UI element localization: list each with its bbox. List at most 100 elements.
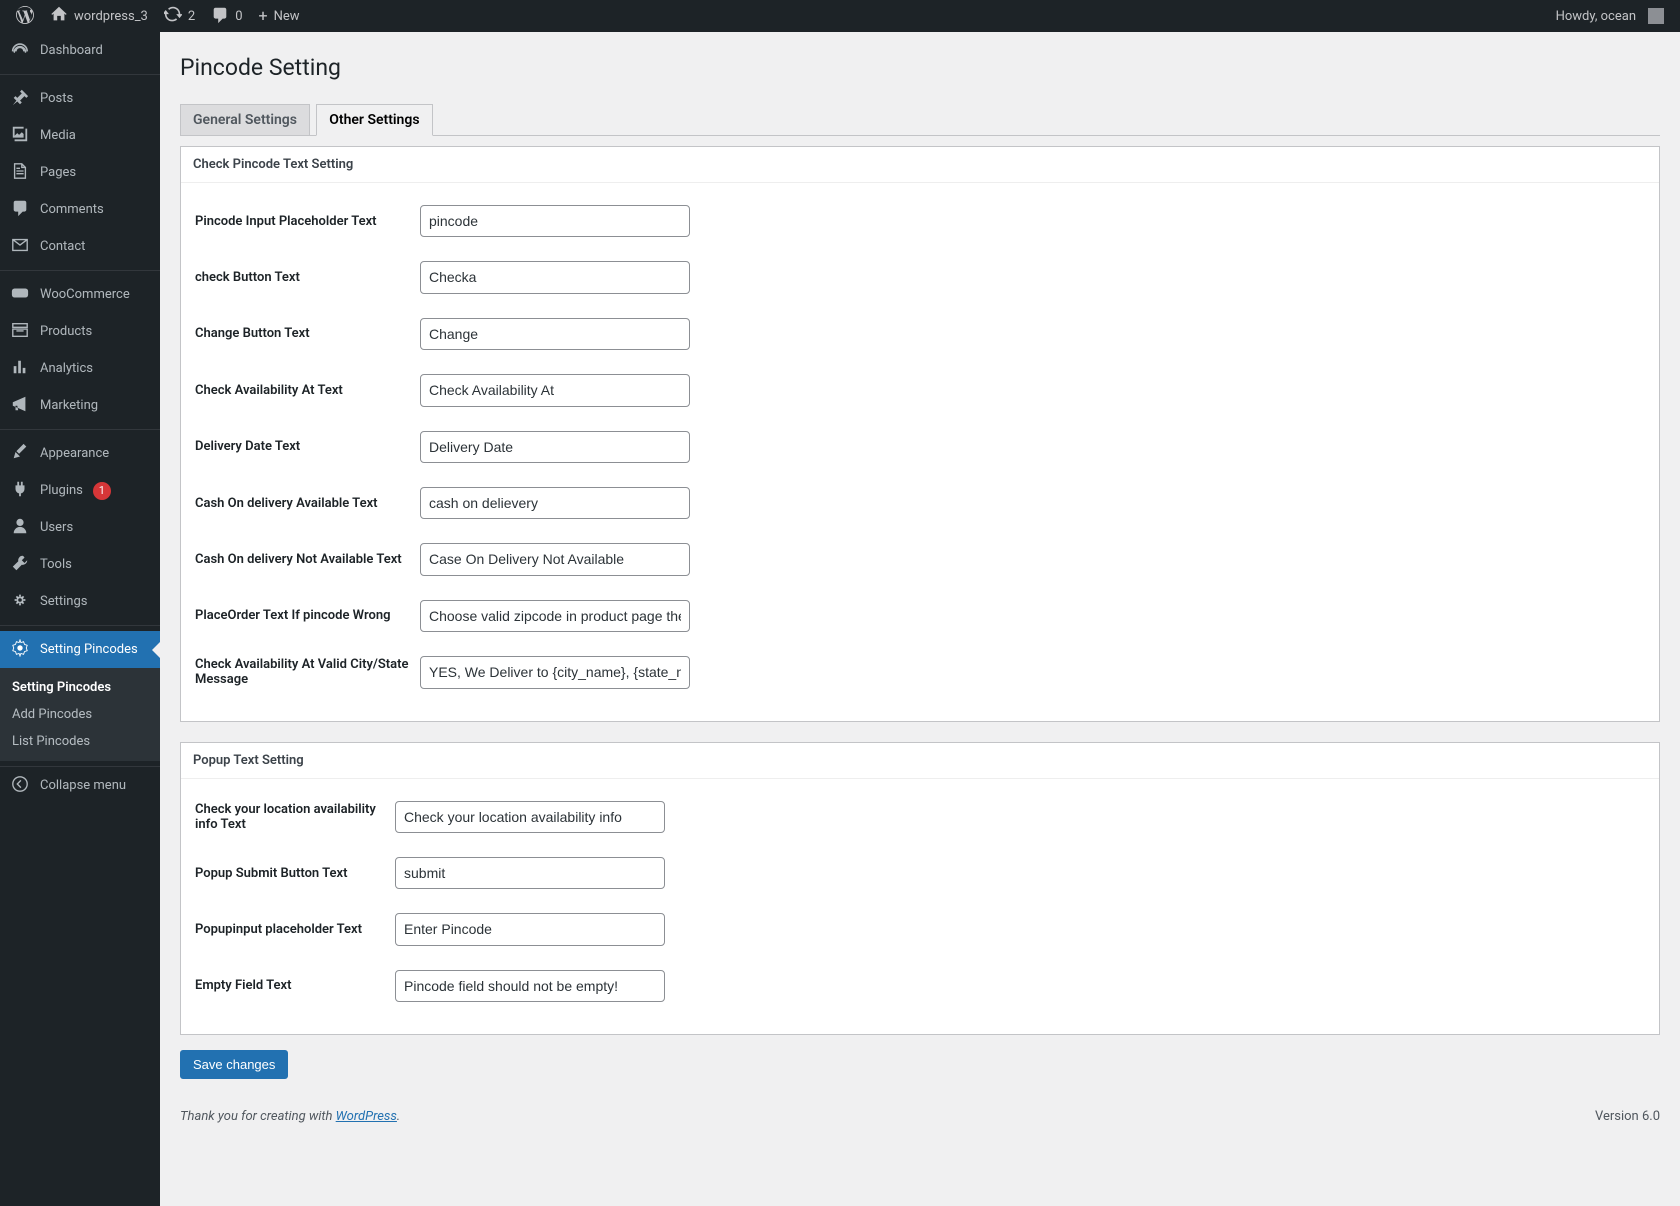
wordpress-link[interactable]: WordPress <box>336 1109 397 1124</box>
tab-other[interactable]: Other Settings <box>316 104 432 136</box>
site-name: wordpress_3 <box>74 9 148 24</box>
menu-media[interactable]: Media <box>0 117 160 154</box>
menu-products[interactable]: Products <box>0 313 160 350</box>
menu-label: Pages <box>40 165 76 180</box>
wordpress-icon <box>16 6 34 27</box>
menu-contact[interactable]: Contact <box>0 228 160 265</box>
new-content-link[interactable]: +New <box>251 0 308 32</box>
page-icon <box>10 162 30 183</box>
mail-icon <box>10 236 30 257</box>
submenu-setting-pincodes[interactable]: Setting Pincodes <box>0 674 160 701</box>
dashboard-icon <box>10 40 30 61</box>
panel-header: Check Pincode Text Setting <box>181 147 1659 183</box>
collapse-label: Collapse menu <box>40 778 126 793</box>
label-placeorder: PlaceOrder Text If pincode Wrong <box>195 608 420 623</box>
menu-pages[interactable]: Pages <box>0 154 160 191</box>
howdy-text: Howdy, ocean <box>1556 9 1636 24</box>
input-empty[interactable] <box>395 970 665 1002</box>
menu-appearance[interactable]: Appearance <box>0 435 160 472</box>
menu-dashboard[interactable]: Dashboard <box>0 32 160 69</box>
input-cod-not[interactable] <box>420 543 690 575</box>
footer-version: Version 6.0 <box>1595 1109 1660 1124</box>
products-icon <box>10 321 30 342</box>
settings-icon <box>10 591 30 612</box>
menu-tools[interactable]: Tools <box>0 546 160 583</box>
menu-label: Analytics <box>40 361 93 376</box>
menu-label: Appearance <box>40 446 109 461</box>
submenu-list-pincodes[interactable]: List Pincodes <box>0 728 160 755</box>
label-cod-not: Cash On delivery Not Available Text <box>195 552 420 567</box>
input-change[interactable] <box>420 318 690 350</box>
media-icon <box>10 125 30 146</box>
input-valid-city[interactable] <box>420 656 690 688</box>
wp-logo[interactable] <box>8 0 42 32</box>
home-icon <box>50 6 68 27</box>
menu-analytics[interactable]: Analytics <box>0 350 160 387</box>
input-submit[interactable] <box>395 857 665 889</box>
menu-plugins[interactable]: Plugins 1 <box>0 472 160 509</box>
input-placeorder[interactable] <box>420 600 690 632</box>
menu-label: Dashboard <box>40 43 103 58</box>
submenu-add-pincodes[interactable]: Add Pincodes <box>0 701 160 728</box>
site-name-link[interactable]: wordpress_3 <box>42 0 156 32</box>
collapse-menu[interactable]: Collapse menu <box>0 766 160 804</box>
tools-icon <box>10 554 30 575</box>
tab-general[interactable]: General Settings <box>180 104 310 136</box>
menu-label: Users <box>40 520 73 535</box>
menu-label: Settings <box>40 594 87 609</box>
menu-settings[interactable]: Settings <box>0 583 160 620</box>
gear-icon <box>10 639 30 660</box>
marketing-icon <box>10 395 30 416</box>
menu-users[interactable]: Users <box>0 509 160 546</box>
admin-sidebar: Dashboard Posts Media Pages Comments Con… <box>0 32 160 1206</box>
input-cod-avail[interactable] <box>420 487 690 519</box>
menu-label: Posts <box>40 91 73 106</box>
menu-label: Comments <box>40 202 104 217</box>
footer: Thank you for creating with WordPress. V… <box>180 1109 1660 1124</box>
woocommerce-icon <box>10 284 30 305</box>
plugins-badge: 1 <box>93 482 111 500</box>
menu-label: WooCommerce <box>40 287 130 302</box>
menu-label: Plugins <box>40 483 83 498</box>
my-account-link[interactable]: Howdy, ocean <box>1548 0 1672 32</box>
comments-link[interactable]: 0 <box>203 0 250 32</box>
plus-icon: + <box>259 8 268 24</box>
save-button[interactable]: Save changes <box>180 1050 288 1079</box>
menu-label: Products <box>40 324 92 339</box>
label-cod-avail: Cash On delivery Available Text <box>195 496 420 511</box>
update-icon <box>164 6 182 27</box>
menu-label: Setting Pincodes <box>40 642 138 657</box>
menu-marketing[interactable]: Marketing <box>0 387 160 424</box>
users-icon <box>10 517 30 538</box>
submenu-pincodes: Setting Pincodes Add Pincodes List Pinco… <box>0 668 160 761</box>
label-valid-city: Check Availability At Valid City/State M… <box>195 657 420 687</box>
collapse-icon <box>10 775 30 796</box>
panel-header: Popup Text Setting <box>181 743 1659 779</box>
menu-setting-pincodes[interactable]: Setting Pincodes <box>0 631 160 668</box>
menu-comments[interactable]: Comments <box>0 191 160 228</box>
menu-label: Marketing <box>40 398 98 413</box>
updates-link[interactable]: 2 <box>156 0 203 32</box>
input-delivery[interactable] <box>420 431 690 463</box>
updates-count: 2 <box>188 9 195 24</box>
menu-woocommerce[interactable]: WooCommerce <box>0 276 160 313</box>
nav-tabs: General Settings Other Settings <box>180 99 1660 136</box>
menu-posts[interactable]: Posts <box>0 80 160 117</box>
input-placeholder[interactable] <box>420 205 690 237</box>
page-title: Pincode Setting <box>180 54 1660 81</box>
menu-label: Contact <box>40 239 85 254</box>
plugin-icon <box>10 480 30 501</box>
label-placeholder: Pincode Input Placeholder Text <box>195 214 420 229</box>
label-location: Check your location availability info Te… <box>195 802 395 832</box>
input-availability[interactable] <box>420 374 690 406</box>
pin-icon <box>10 88 30 109</box>
input-check[interactable] <box>420 261 690 293</box>
appearance-icon <box>10 443 30 464</box>
input-location[interactable] <box>395 801 665 833</box>
panel-popup-text: Popup Text Setting Check your location a… <box>180 742 1660 1036</box>
input-popup-placeholder[interactable] <box>395 913 665 945</box>
label-check: check Button Text <box>195 270 420 285</box>
menu-label: Media <box>40 128 76 143</box>
menu-label: Tools <box>40 557 72 572</box>
comments-count: 0 <box>235 9 242 24</box>
